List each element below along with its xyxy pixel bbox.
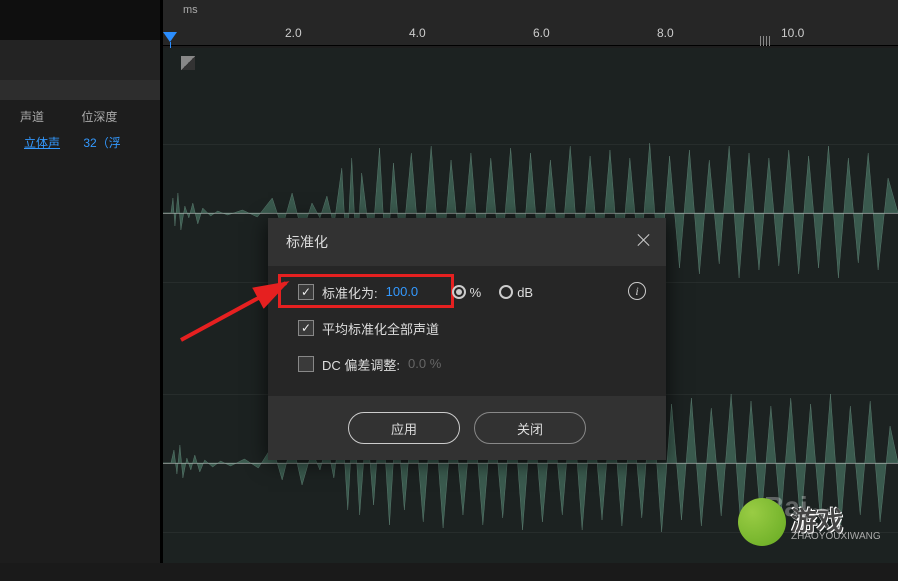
normalize-value-input[interactable]: 100.0 <box>386 284 426 300</box>
col-channel-header[interactable]: 声道 <box>0 108 44 125</box>
apply-button[interactable]: 应用 <box>348 412 460 444</box>
close-icon[interactable] <box>636 232 652 248</box>
ruler-tick: 8.0 <box>657 26 674 40</box>
ruler-tick: 2.0 <box>285 26 302 40</box>
unit-percent-radio[interactable] <box>452 285 466 299</box>
normalize-checkbox[interactable] <box>298 284 314 300</box>
sidebar-file-row[interactable]: 立体声 32（浮 <box>0 134 160 156</box>
dialog-title: 标准化 <box>268 218 666 266</box>
time-ruler[interactable]: ms 2.0 4.0 6.0 8.0 10.0 <box>163 0 898 46</box>
bitdepth-value: 32（浮 <box>63 134 120 151</box>
ruler-tick: 6.0 <box>533 26 550 40</box>
unit-db-radio[interactable] <box>499 285 513 299</box>
dc-offset-checkbox[interactable] <box>298 356 314 372</box>
dc-offset-label: DC 偏差调整: <box>322 355 400 374</box>
avg-normalize-label: 平均标准化全部声道 <box>322 319 439 338</box>
ruler-tick: 4.0 <box>409 26 426 40</box>
channel-toggle-icon[interactable] <box>181 56 195 70</box>
avg-normalize-checkbox[interactable] <box>298 320 314 336</box>
normalize-dialog: 标准化 标准化为: 100.0 % dB 平均标准化全部声道 DC 偏差调整: … <box>268 218 666 458</box>
playhead-icon[interactable] <box>163 32 177 42</box>
sidebar-column-headers: 声道 位深度 <box>0 108 160 130</box>
ruler-unit: ms <box>183 4 198 16</box>
unit-db-label: dB <box>517 285 533 300</box>
watermark-globe-icon <box>738 498 786 546</box>
watermark-logo: 游戏 ZHAOYOUXIWANG <box>713 493 888 553</box>
dc-offset-value: 0.0 % <box>408 356 448 372</box>
col-bitdepth-header[interactable]: 位深度 <box>47 108 117 125</box>
close-button[interactable]: 关闭 <box>474 412 586 444</box>
info-icon[interactable]: i <box>628 282 646 300</box>
normalize-label: 标准化为: <box>322 283 378 302</box>
navigator-marks <box>758 35 788 45</box>
unit-percent-label: % <box>470 285 482 300</box>
channel-value: 立体声 <box>0 134 60 151</box>
